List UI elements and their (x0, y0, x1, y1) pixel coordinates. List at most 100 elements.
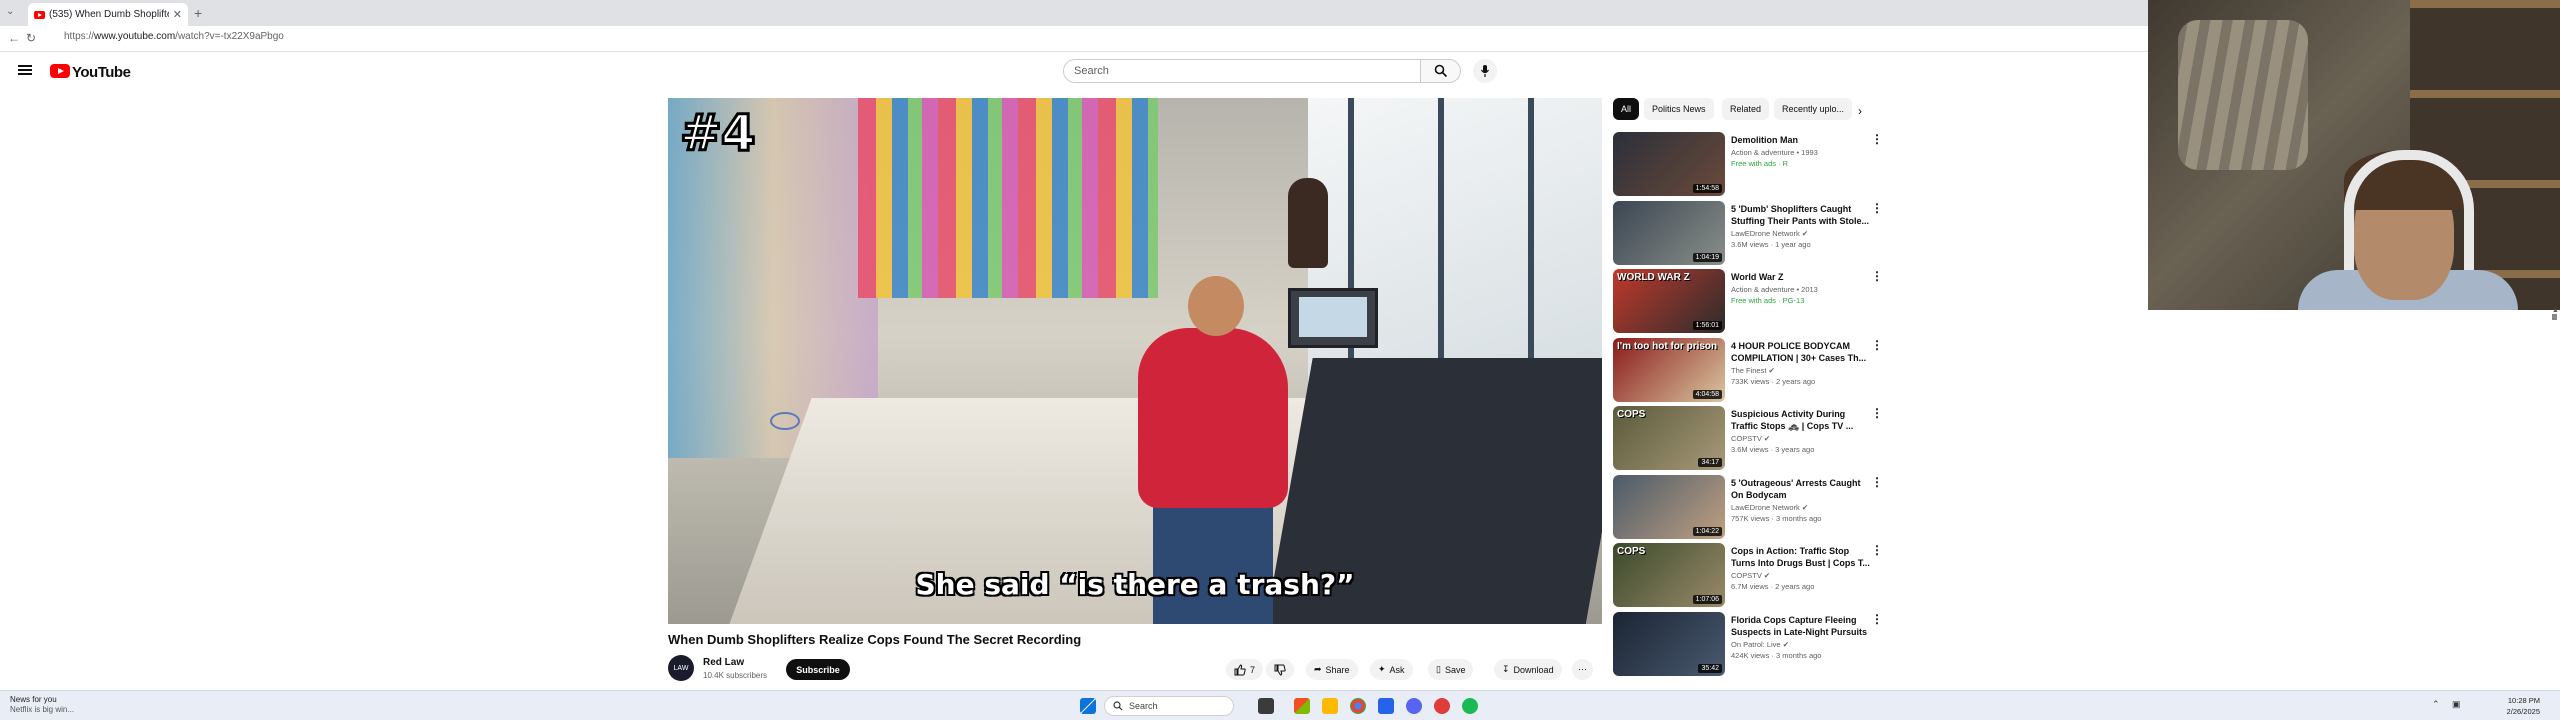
search-button[interactable] (1421, 59, 1461, 83)
chip-recently-uploaded[interactable]: Recently uplo... (1774, 98, 1853, 120)
thumbnail-text: COPS (1617, 546, 1646, 557)
video-player[interactable]: #4 She said “is there a trash?” (668, 98, 1602, 624)
scrollbar-thumb[interactable] (2552, 314, 2557, 320)
subscribe-button[interactable]: Subscribe (786, 659, 850, 680)
task-view-icon[interactable] (1258, 698, 1274, 714)
guide-menu-icon[interactable] (18, 65, 32, 75)
chrome-icon[interactable] (1350, 698, 1366, 714)
reload-icon[interactable]: ↻ (26, 31, 36, 45)
recommendation-thumbnail[interactable]: WORLD WAR Z 1:56:01 (1613, 269, 1725, 333)
tab-title: (535) When Dumb Shoplifters Realiz... (49, 9, 169, 20)
windows-start-icon[interactable] (1080, 698, 1096, 714)
youtube-logo-text[interactable]: YouTube (72, 64, 131, 81)
share-button[interactable]: ➦ Share (1306, 659, 1358, 680)
search-input[interactable]: Search (1063, 59, 1421, 83)
duration-badge: 1:54:58 (1692, 184, 1722, 193)
recommendation-thumbnail[interactable]: 1:04:19 (1613, 200, 1725, 265)
video-caption: She said “is there a trash?” (915, 568, 1355, 601)
spotify-icon[interactable] (1462, 698, 1478, 714)
microphone-icon (1481, 65, 1489, 77)
url-field[interactable]: https://www.youtube.com/watch?v=-tx22X9a… (64, 31, 284, 42)
recommendation-channel[interactable]: COPSTV ✔ (1731, 434, 1770, 443)
recommendation-channel[interactable]: The Finest ✔ (1731, 366, 1775, 375)
more-vertical-icon[interactable]: ⋮ (1871, 612, 1883, 626)
news-widget[interactable]: News for you Netflix is big win... (10, 695, 74, 715)
recommendation-item[interactable]: COPS 1:07:06 Cops in Action: Traffic Stop … (1613, 543, 1883, 609)
more-vertical-icon[interactable]: ⋮ (1871, 338, 1883, 352)
recommendation-title[interactable]: Cops in Action: Traffic Stop Turns Into … (1731, 545, 1871, 569)
recommendation-thumbnail[interactable]: COPS 1:07:06 (1613, 543, 1725, 607)
webcam-background-curtain (2178, 20, 2308, 170)
video-title: When Dumb Shoplifters Realize Cops Found… (668, 632, 1082, 647)
recommendation-item[interactable]: 35:42 Florida Cops Capture Fleeing Suspec… (1613, 611, 1883, 678)
chip-scroll-right-icon[interactable]: › (1858, 104, 1862, 118)
recommendation-item[interactable]: 1:54:58 Demolition Man Action & adventure … (1613, 132, 1883, 198)
recommendation-channel[interactable]: Action & adventure • 1993 (1731, 148, 1818, 157)
video-frame-clerk (1288, 178, 1328, 268)
video-frame-snacks (858, 98, 1158, 298)
tray-chevron-icon[interactable]: ⌃ (2432, 699, 2440, 710)
more-actions-button[interactable]: ⋯ (1572, 659, 1593, 680)
recommendation-channel[interactable]: Action & adventure • 2013 (1731, 285, 1818, 294)
tab-close-icon[interactable]: ✕ (173, 8, 182, 21)
more-vertical-icon[interactable]: ⋮ (1871, 132, 1883, 146)
recommendation-meta: 3.6M views · 1 year ago (1731, 239, 1811, 249)
chip-politics-news[interactable]: Politics News (1644, 98, 1714, 120)
recommendation-title[interactable]: Demolition Man (1731, 134, 1871, 146)
recommendation-title[interactable]: World War Z (1731, 271, 1871, 283)
recommendation-title[interactable]: Florida Cops Capture Fleeing Suspects in… (1731, 614, 1871, 638)
recommendation-meta: 733K views · 2 years ago (1731, 376, 1816, 386)
recommendation-channel[interactable]: LawEDrone Network ✔ (1731, 503, 1808, 512)
like-button[interactable]: 7 (1226, 659, 1264, 680)
app-icon-1[interactable] (1294, 698, 1310, 714)
app-icon-2[interactable] (1378, 698, 1394, 714)
recommendation-title[interactable]: 5 'Dumb' Shoplifters Caught Stuffing The… (1731, 203, 1871, 227)
duration-badge: 1:07:06 (1692, 595, 1722, 604)
discord-icon[interactable] (1406, 698, 1422, 714)
youtube-logo-icon[interactable] (50, 64, 70, 78)
recommendation-channel[interactable]: LawEDrone Network ✔ (1731, 229, 1808, 238)
taskbar-search[interactable]: Search (1104, 696, 1234, 716)
app-icon-3[interactable] (1434, 698, 1450, 714)
recommendation-title[interactable]: Suspicious Activity During Traffic Stops… (1731, 408, 1871, 432)
recommendation-item[interactable]: COPS 34:17 Suspicious Activity During Traf… (1613, 406, 1883, 472)
more-vertical-icon[interactable]: ⋮ (1871, 201, 1883, 215)
recommendation-thumbnail[interactable]: I'm too hot for prison 4:04:58 (1613, 337, 1725, 402)
more-vertical-icon[interactable]: ⋮ (1871, 269, 1883, 283)
recommendation-channel[interactable]: On Patrol: Live ✔ (1731, 640, 1789, 649)
recommendation-item[interactable]: I'm too hot for prison 4:04:58 4 HOUR POLI… (1613, 337, 1883, 404)
more-vertical-icon[interactable]: ⋮ (1871, 475, 1883, 489)
save-button[interactable]: ▯ Save (1428, 659, 1474, 680)
more-vertical-icon[interactable]: ⋮ (1871, 543, 1883, 557)
ask-button[interactable]: ✦ Ask (1370, 659, 1413, 680)
scrollbar-up-arrow-icon[interactable]: ▲ (2552, 307, 2559, 314)
recommendation-thumbnail[interactable]: 1:04:22 (1613, 474, 1725, 539)
chip-related[interactable]: Related (1722, 98, 1770, 120)
back-icon[interactable]: ← (8, 31, 20, 45)
taskbar-clock[interactable]: 10:28 PM 2/26/2025 (2470, 695, 2540, 717)
recommendation-title[interactable]: 4 HOUR POLICE BODYCAM COMPILATION | 30+ … (1731, 340, 1871, 364)
recommendation-thumbnail[interactable]: 35:42 (1613, 611, 1725, 676)
recommendation-channel[interactable]: COPSTV ✔ (1731, 571, 1770, 580)
dislike-button[interactable] (1266, 659, 1294, 680)
recommendation-item[interactable]: WORLD WAR Z 1:56:01 World War Z Action & ad… (1613, 269, 1883, 335)
tray-network-icon[interactable]: ▣ (2452, 699, 2461, 710)
channel-avatar[interactable]: LAW (668, 655, 694, 681)
recommendation-item[interactable]: 1:04:22 5 'Outrageous' Arrests Caught On … (1613, 474, 1883, 541)
recommendation-title[interactable]: 5 'Outrageous' Arrests Caught On Bodycam (1731, 477, 1871, 501)
file-explorer-icon[interactable] (1322, 698, 1338, 714)
recommendation-item[interactable]: 1:04:19 5 'Dumb' Shoplifters Caught Stuff… (1613, 200, 1883, 267)
more-vertical-icon[interactable]: ⋮ (1871, 406, 1883, 420)
tab-search-chevron-icon[interactable]: ⌄ (6, 6, 14, 17)
browser-tab-youtube[interactable]: (535) When Dumb Shoplifters Realiz... ✕ (28, 3, 188, 26)
new-tab-icon[interactable]: + (194, 5, 202, 21)
sparkle-icon: ✦ (1378, 664, 1386, 674)
chip-all[interactable]: All (1613, 98, 1640, 120)
voice-search-button[interactable] (1473, 59, 1497, 83)
recommendation-thumbnail[interactable]: COPS 34:17 (1613, 406, 1725, 470)
channel-name[interactable]: Red Law (703, 657, 744, 668)
ask-label: Ask (1389, 664, 1405, 675)
mouse-cursor-ring (770, 412, 800, 430)
download-button[interactable]: ↧ Download (1494, 659, 1562, 680)
recommendation-thumbnail[interactable]: 1:54:58 (1613, 132, 1725, 196)
